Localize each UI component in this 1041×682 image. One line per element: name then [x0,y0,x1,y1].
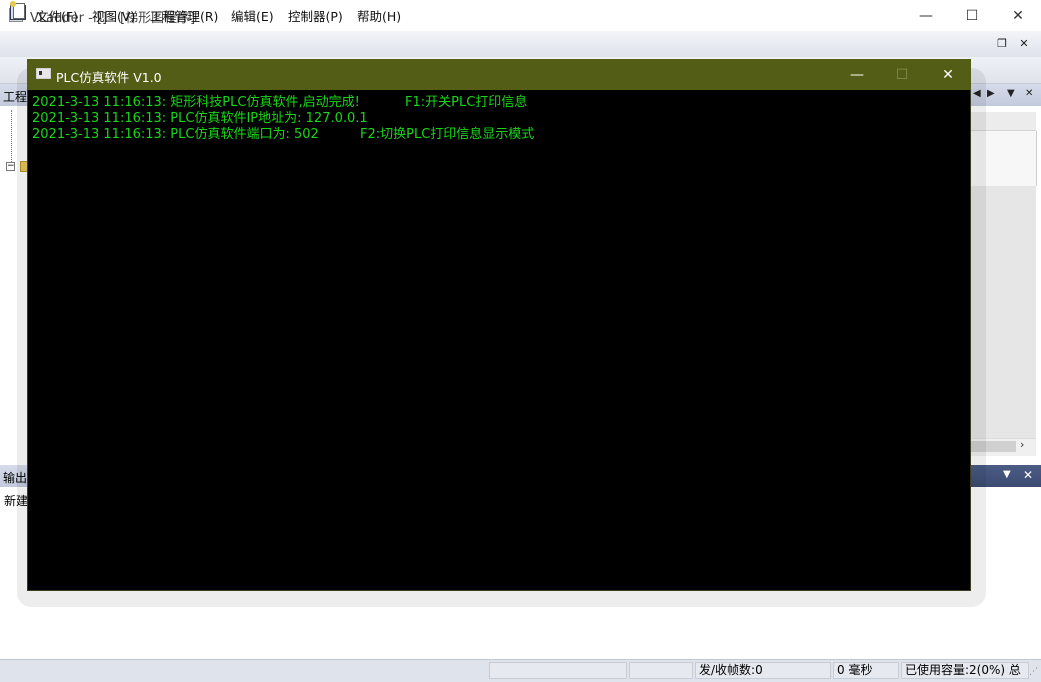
menu-edit[interactable]: 编辑(E) [231,6,274,25]
menu-file[interactable]: 文件(F) [36,6,78,25]
tab-close-icon[interactable]: ✕ [1025,88,1033,99]
new-file-icon[interactable] [10,1,25,19]
menu-help[interactable]: 帮助(H) [357,6,401,25]
tree-collapse-icon[interactable]: − [6,162,15,171]
menu-view[interactable]: 视图(V) [92,6,135,25]
log-line-hint: F1:开关PLC打印信息 [405,95,528,110]
log-line-hint: F2:切换PLC打印信息显示模式 [360,127,535,142]
status-latency: 0 毫秒 [833,662,899,679]
mdi-restore-button[interactable]: ❐ [993,37,1011,53]
close-button[interactable]: ✕ [995,0,1041,31]
console-title: PLC仿真软件 V1.0 [56,70,162,85]
output-close-icon[interactable]: ✕ [1023,468,1033,482]
menu-bar [0,31,1041,58]
status-frames: 发/收帧数:0 [695,662,831,679]
status-capacity: 已使用容量:2(0%) 总 [901,662,1029,679]
menu-project[interactable]: 工程管理(R) [150,6,218,25]
tab-scroll-right-icon[interactable]: ▶ [987,88,995,99]
resize-grip-icon[interactable]: ⋰ [1029,667,1038,677]
tree-connector [11,110,12,162]
status-cell-empty-2 [629,662,693,679]
console-maximize-button[interactable]: ☐ [879,59,925,90]
console-close-button[interactable]: ✕ [925,59,971,90]
scroll-right-icon[interactable]: › [1020,438,1024,451]
console-app-icon [36,68,51,79]
log-line-message: 2021-3-13 11:16:13: PLC仿真软件端口为: 502 [32,127,319,142]
tab-list-dropdown-icon[interactable]: ▼ [1007,88,1015,99]
console-title-bar [27,59,971,90]
menu-controller[interactable]: 控制器(P) [288,6,343,25]
output-dropdown-icon[interactable]: ▼ [1003,469,1011,480]
status-cell-empty-1 [489,662,627,679]
console-minimize-button[interactable]: — [834,59,880,90]
minimize-button[interactable]: — [903,0,949,31]
mdi-close-button[interactable]: ✕ [1015,37,1033,53]
maximize-button[interactable]: ☐ [949,0,995,31]
